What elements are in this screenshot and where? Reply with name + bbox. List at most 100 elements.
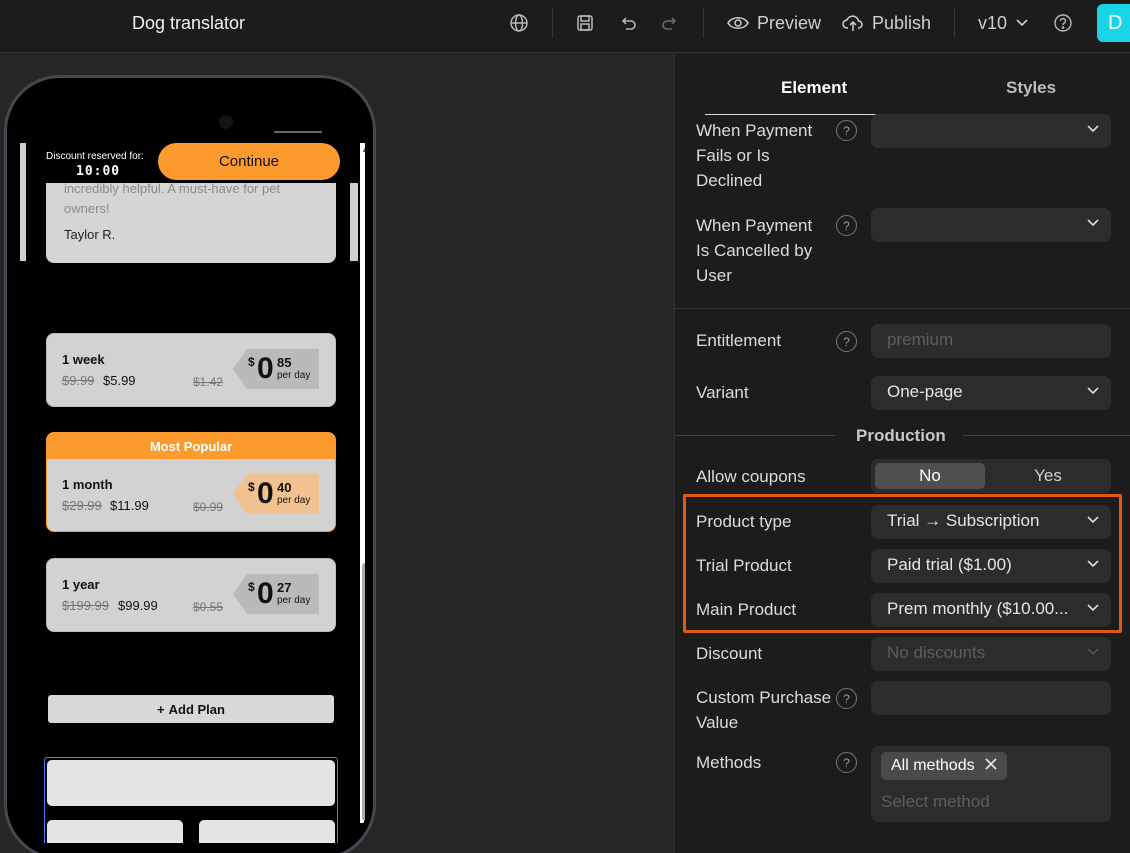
placeholder-button-left[interactable] bbox=[47, 820, 183, 843]
price-integer: 0 bbox=[257, 477, 274, 510]
camera-dot bbox=[219, 115, 233, 129]
publish-label: Publish bbox=[872, 12, 932, 33]
main-product-value: Prem monthly ($10.00... bbox=[887, 599, 1069, 618]
price-integer: 0 bbox=[257, 577, 274, 610]
discount-label: Discount bbox=[696, 644, 763, 663]
chevron-down-icon bbox=[1087, 601, 1099, 615]
toolbar-divider bbox=[954, 8, 955, 38]
countdown-timer: 10:00 bbox=[76, 164, 121, 179]
payment-cancelled-select[interactable] bbox=[871, 208, 1111, 242]
add-plan-label: Add Plan bbox=[168, 701, 225, 717]
chevron-down-icon bbox=[1087, 216, 1099, 230]
plan-body: 1 month $29.99 $11.99 $0.99 $ 0 40 per d… bbox=[47, 459, 335, 531]
help-icon[interactable]: ? bbox=[836, 120, 857, 141]
coupons-no-option[interactable]: No bbox=[875, 463, 985, 489]
review-author: Taylor R. bbox=[64, 227, 116, 242]
plan-old-price: $29.99 bbox=[62, 498, 102, 513]
plan-new-price: $99.99 bbox=[118, 598, 158, 613]
continue-button[interactable]: Continue bbox=[158, 143, 340, 180]
payment-fails-select[interactable] bbox=[871, 114, 1111, 148]
version-select[interactable]: v10 bbox=[978, 11, 1029, 35]
top-bar: Dog translator Preview Publish v10 D bbox=[0, 0, 1130, 53]
custom-purchase-label: Custom Purchase Value bbox=[696, 688, 832, 732]
redo-icon[interactable] bbox=[659, 12, 681, 34]
phone-screen-area: incredibly helpful. A must-have for pet … bbox=[12, 83, 368, 852]
payment-fails-label: When Payment Fails or Is Declined bbox=[696, 121, 813, 190]
remove-chip-icon[interactable] bbox=[985, 757, 997, 775]
per-day-label: per day bbox=[277, 495, 311, 506]
help-icon[interactable]: ? bbox=[836, 688, 857, 709]
globe-icon[interactable] bbox=[508, 12, 530, 34]
custom-purchase-input[interactable] bbox=[871, 681, 1111, 715]
phone-scrollbar[interactable]: ▲ bbox=[360, 143, 365, 823]
trial-product-value: Paid trial ($1.00) bbox=[887, 555, 1012, 574]
app-title: Dog translator bbox=[132, 13, 246, 33]
chevron-down-icon bbox=[1087, 384, 1099, 398]
coupons-yes-option[interactable]: Yes bbox=[993, 463, 1103, 489]
chevron-down-icon bbox=[1087, 645, 1099, 659]
properties-panel: Element Styles When Payment Fails or Is … bbox=[674, 54, 1130, 853]
plan-name: 1 month bbox=[62, 477, 113, 492]
variant-select[interactable]: One-page bbox=[871, 376, 1111, 410]
review-text: incredibly helpful. A must-have for pet … bbox=[64, 181, 281, 216]
main-product-select[interactable]: Prem monthly ($10.00... bbox=[871, 593, 1111, 627]
status-bar-indicator bbox=[274, 131, 322, 133]
entitlement-placeholder: premium bbox=[887, 330, 954, 349]
price-integer: 0 bbox=[257, 352, 274, 385]
chevron-down-icon bbox=[1087, 122, 1099, 136]
per-day-label: per day bbox=[277, 595, 311, 606]
plan-new-price: $11.99 bbox=[110, 498, 149, 513]
methods-multiselect[interactable]: All methods Select method bbox=[871, 746, 1111, 822]
price-tag: $ 0 85 per day bbox=[233, 349, 319, 389]
help-icon[interactable]: ? bbox=[836, 215, 857, 236]
help-icon[interactable]: ? bbox=[836, 331, 857, 352]
chevron-down-icon bbox=[1016, 19, 1028, 27]
section-line-right bbox=[963, 435, 1130, 436]
method-chip-label: All methods bbox=[891, 757, 975, 774]
scroll-up-arrow-icon[interactable]: ▲ bbox=[361, 145, 365, 154]
tab-styles[interactable]: Styles bbox=[1006, 78, 1056, 98]
add-plan-button[interactable]: + Add Plan bbox=[48, 695, 334, 723]
preview-button[interactable]: Preview bbox=[727, 11, 821, 35]
scrollbar-thumb[interactable] bbox=[362, 563, 365, 821]
price-tag: $ 0 40 per day bbox=[233, 474, 319, 514]
per-day-label: per day bbox=[277, 370, 311, 381]
plan-name: 1 week bbox=[62, 352, 105, 367]
help-icon[interactable]: ? bbox=[836, 752, 857, 773]
discount-select[interactable]: No discounts bbox=[871, 637, 1111, 671]
product-type-select[interactable]: Trial → Subscription bbox=[871, 505, 1111, 539]
selected-button-group[interactable] bbox=[44, 757, 338, 843]
placeholder-button-primary[interactable] bbox=[47, 760, 335, 806]
method-chip: All methods bbox=[881, 752, 1007, 780]
plan-card-year[interactable]: 1 year $199.99 $99.99 $0.55 $ 0 27 per d… bbox=[46, 558, 336, 632]
product-type-label: Product type bbox=[696, 512, 792, 531]
price-currency: $ bbox=[248, 355, 255, 369]
avatar[interactable]: D bbox=[1097, 4, 1130, 42]
carousel-edge-left bbox=[20, 143, 26, 261]
placeholder-button-right[interactable] bbox=[199, 820, 335, 843]
preview-label: Preview bbox=[757, 12, 822, 33]
plan-card-month[interactable]: Most Popular 1 month $29.99 $11.99 $0.99… bbox=[46, 432, 336, 532]
discount-label: Discount reserved for: bbox=[46, 151, 144, 162]
price-cents: 40 bbox=[277, 480, 292, 495]
trial-product-select[interactable]: Paid trial ($1.00) bbox=[871, 549, 1111, 583]
paywall-screen: incredibly helpful. A must-have for pet … bbox=[20, 143, 365, 843]
price-tag: $ 0 27 per day bbox=[233, 574, 319, 614]
variant-label: Variant bbox=[696, 383, 749, 402]
plan-card-week[interactable]: 1 week $9.99 $5.99 $1.42 $ 0 85 per day bbox=[46, 333, 336, 407]
chevron-down-icon bbox=[1087, 513, 1099, 527]
plus-icon: + bbox=[157, 701, 165, 717]
discount-value: No discounts bbox=[887, 643, 986, 662]
undo-icon[interactable] bbox=[617, 12, 639, 34]
section-line-left bbox=[675, 435, 835, 436]
help-icon[interactable] bbox=[1052, 12, 1074, 34]
methods-label: Methods bbox=[696, 753, 762, 772]
tab-element[interactable]: Element bbox=[781, 78, 847, 98]
save-icon[interactable] bbox=[574, 12, 596, 34]
entitlement-input[interactable]: premium bbox=[871, 324, 1111, 358]
product-type-value: Trial → Subscription bbox=[887, 511, 1040, 530]
section-divider bbox=[675, 308, 1130, 309]
toolbar-divider bbox=[703, 8, 704, 38]
price-currency: $ bbox=[248, 580, 255, 594]
publish-button[interactable]: Publish bbox=[842, 11, 931, 35]
